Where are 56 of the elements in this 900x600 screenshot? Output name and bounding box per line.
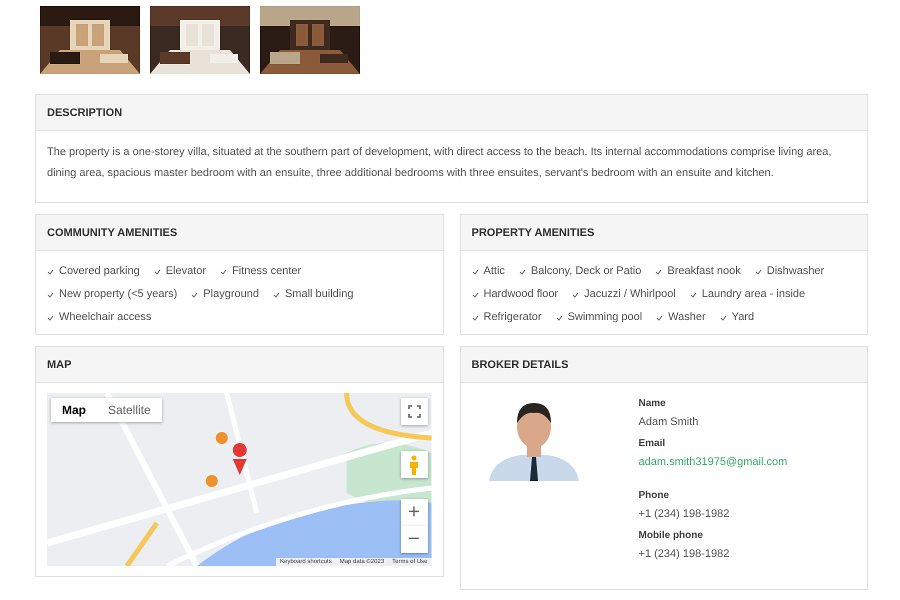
fullscreen-icon <box>408 405 420 418</box>
check-icon <box>754 268 762 274</box>
panel-title: COMMUNITY AMENITIES <box>47 226 178 238</box>
amenity-label: Fitness center <box>232 264 302 279</box>
zoom-out-button[interactable]: − <box>400 526 428 553</box>
field-value: Adam Smith <box>638 415 700 430</box>
check-icon <box>518 268 526 274</box>
field-label: Mobile phone <box>638 529 704 543</box>
amenity-label: Washer <box>668 310 706 325</box>
check-icon <box>220 268 228 274</box>
check-icon <box>556 314 563 320</box>
amenity-label: Laundry area - inside <box>702 287 806 302</box>
description-text: The property is a one-storey villa, situated at the southern part of development, with direct access to the beach. Its internal accommodations comprise living area, dining area, spacious master bedroom with an ensuite, three additional bedrooms with three ensuites, servant's bedroom with an ensuite and kitchen. <box>46 145 832 181</box>
field-label: Phone <box>638 489 670 503</box>
amenity-label: Covered parking <box>59 264 140 279</box>
fullscreen-button[interactable] <box>400 398 428 425</box>
amenity-label: Hardwood floor <box>484 287 558 302</box>
amenity-label: Dishwasher <box>766 264 824 279</box>
check-icon <box>272 292 280 298</box>
amenity-label: Small building <box>284 287 354 302</box>
check-icon <box>154 268 161 274</box>
check-icon <box>572 292 580 298</box>
amenity-label: Balcony, Deck or Patio <box>530 264 642 279</box>
amenity-label: New property (<5 years) <box>59 287 178 302</box>
check-icon <box>656 314 664 320</box>
panel-title: PROPERTY AMENITIES <box>472 226 594 238</box>
amenity-label: Yard <box>732 310 754 325</box>
amenity-label: Swimming pool <box>568 310 642 325</box>
zoom-in-button[interactable]: + <box>400 499 428 526</box>
panel-title: MAP <box>47 358 72 370</box>
check-icon <box>47 268 54 274</box>
amenity-label: Playground <box>203 287 259 302</box>
panel-title: DESCRIPTION <box>47 106 122 118</box>
check-icon <box>472 268 478 274</box>
amenity-label: Refrigerator <box>484 310 542 325</box>
field-value: +1 (234) 198-1982 <box>638 547 730 562</box>
check-icon <box>720 314 727 320</box>
check-icon <box>47 314 54 320</box>
amenity-label: Jacuzzi / Whirlpool <box>584 287 676 302</box>
field-label: Name <box>638 397 667 411</box>
amenity-label: Breakfast nook <box>667 264 741 279</box>
check-icon <box>191 292 198 298</box>
map-type-tab[interactable]: Map <box>51 398 97 422</box>
amenity-label: Attic <box>484 264 505 279</box>
check-icon <box>690 292 697 298</box>
check-icon <box>655 268 662 274</box>
person-icon <box>409 454 419 474</box>
field-label: Email <box>638 437 666 451</box>
map-type-tab[interactable]: Satellite <box>97 398 162 422</box>
field-value: +1 (234) 198-1982 <box>638 507 730 522</box>
panel-title: BROKER DETAILS <box>472 358 568 370</box>
check-icon <box>47 292 54 298</box>
amenity-label: Wheelchair access <box>59 310 152 325</box>
check-icon <box>472 314 478 320</box>
check-icon <box>472 292 478 298</box>
amenity-label: Elevator <box>166 264 206 279</box>
